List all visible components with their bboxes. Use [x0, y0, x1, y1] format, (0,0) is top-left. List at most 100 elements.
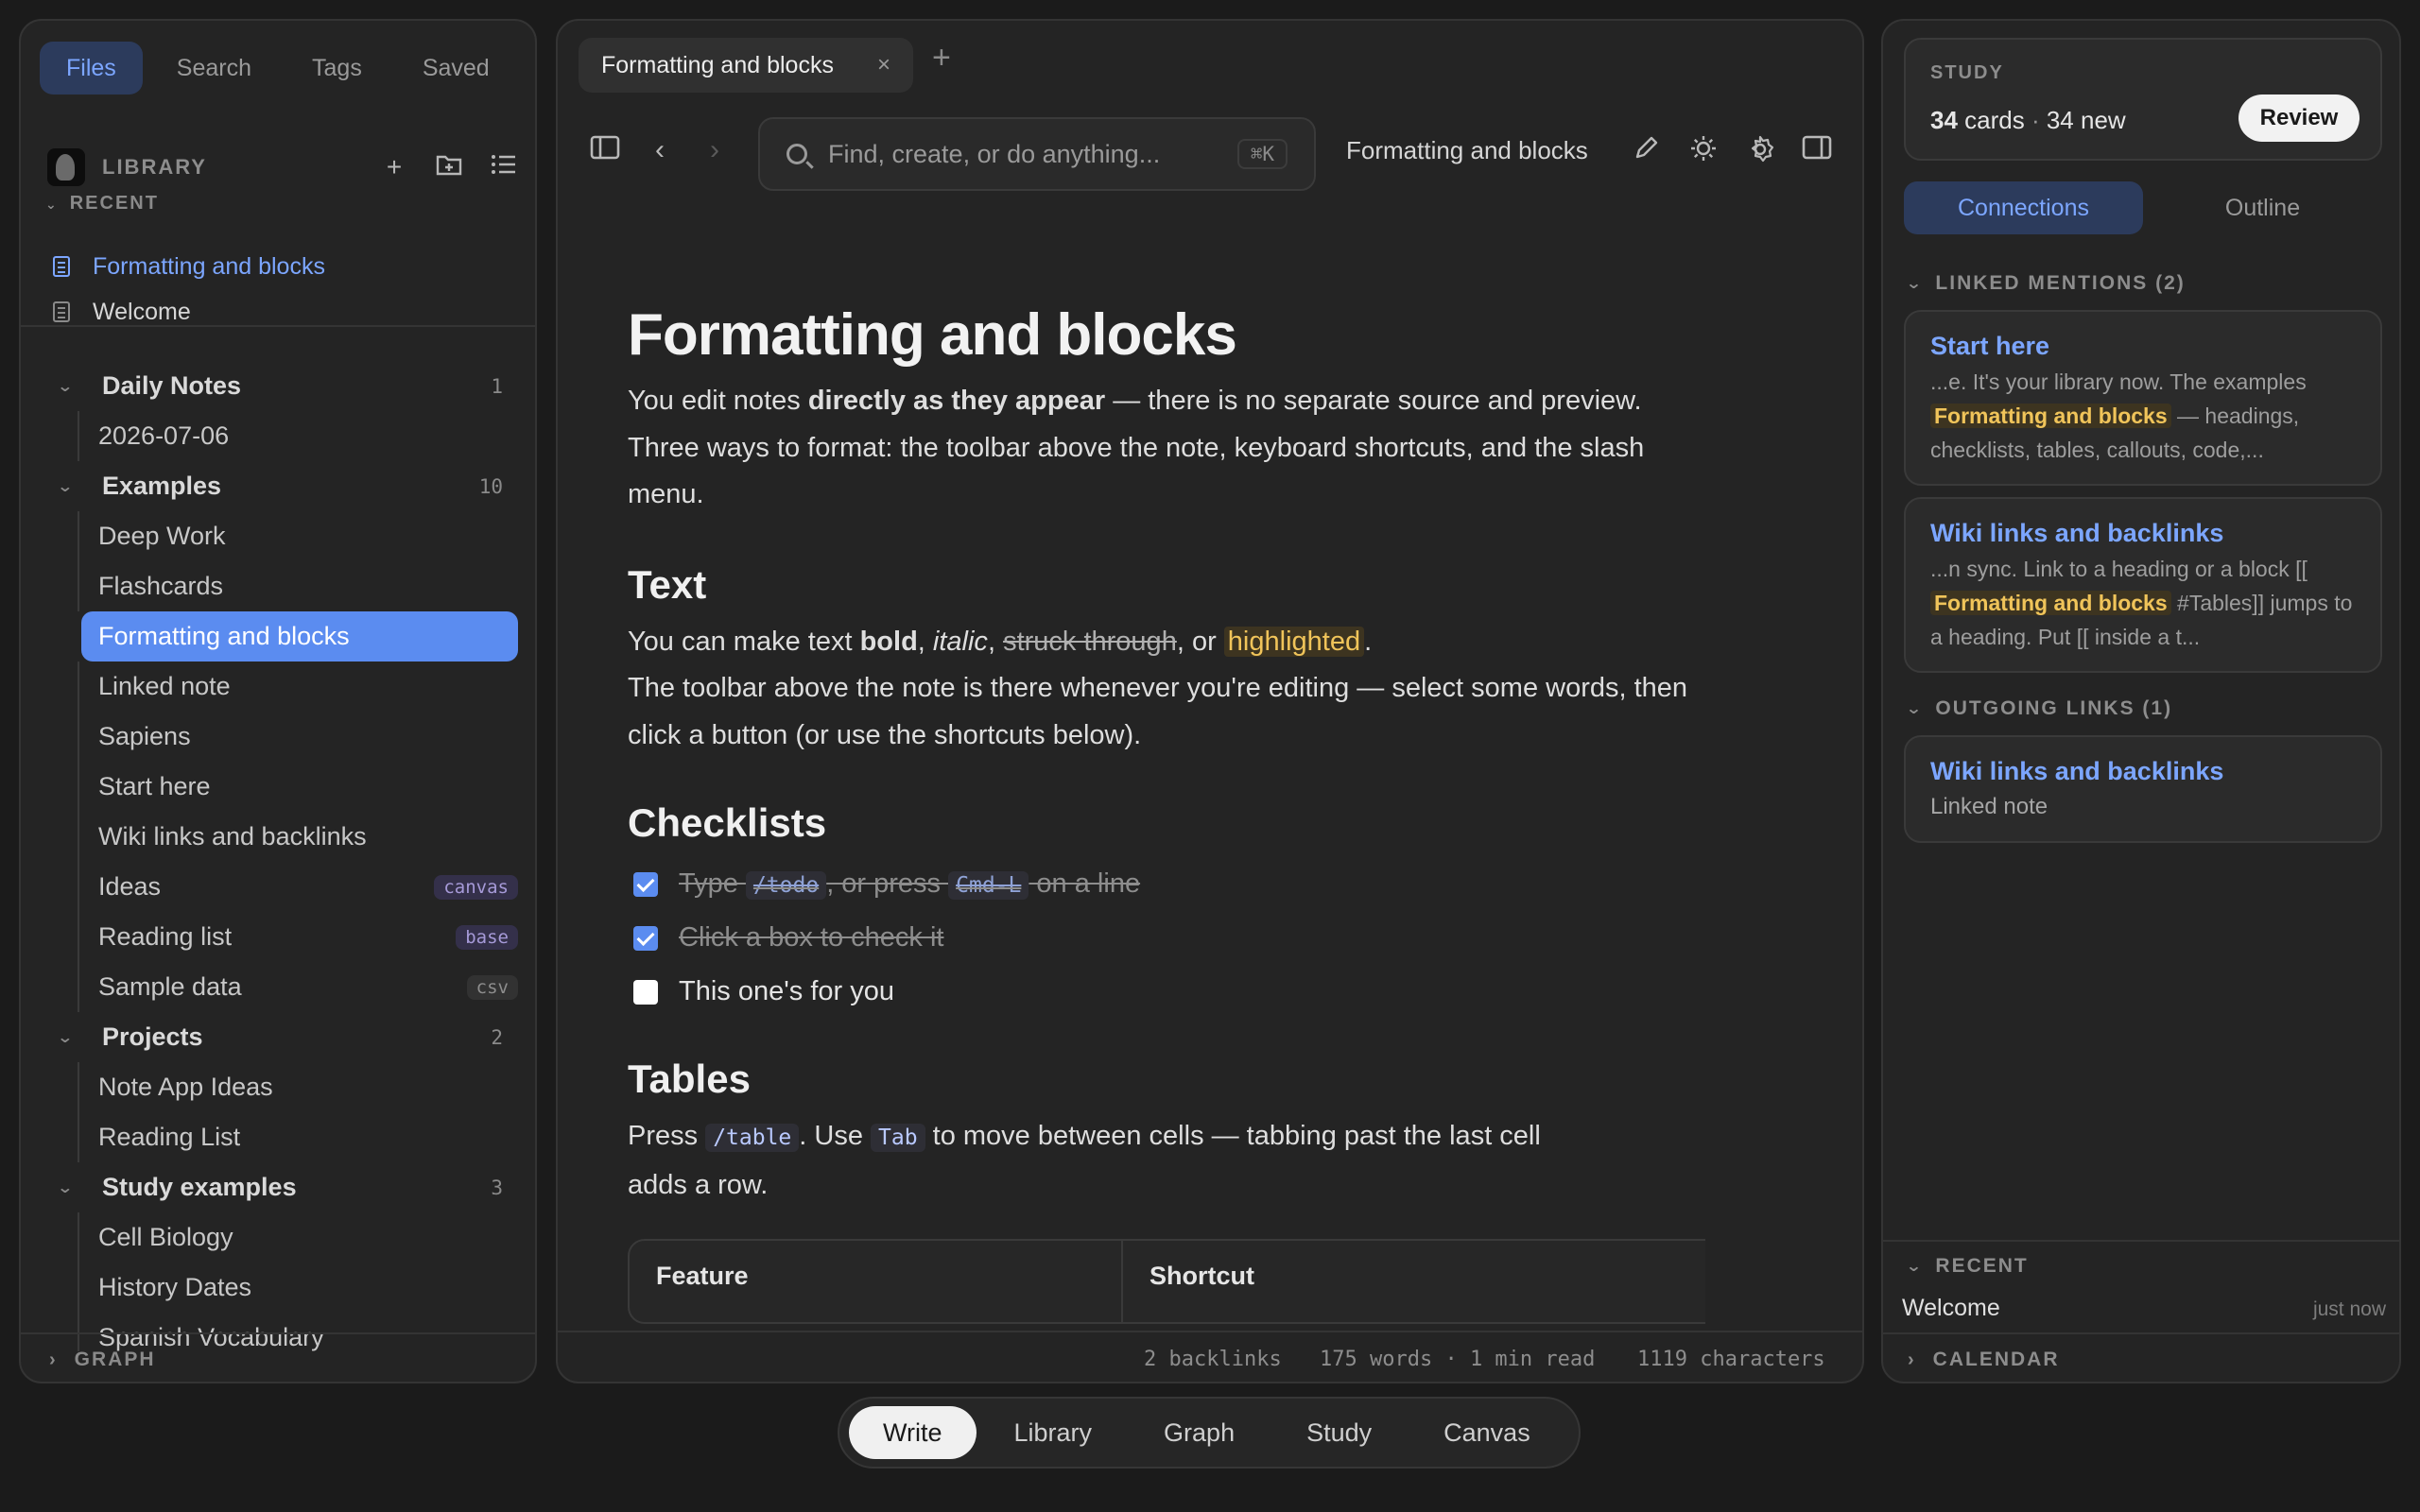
folder-count: 3 — [491, 1176, 503, 1199]
mention-card[interactable]: Start here ...e. It's your library now. … — [1904, 310, 2382, 486]
tree-item[interactable]: Ideas canvas — [78, 862, 535, 912]
calendar-section[interactable]: › CALENDAR — [1883, 1332, 2399, 1382]
tree-item[interactable]: Wiki links and backlinks — [78, 812, 535, 862]
tree-item[interactable]: Sample data csv — [78, 962, 535, 1012]
tree-folder[interactable]: ⌄ Study examples 3 — [21, 1162, 535, 1212]
mention-snippet: ...n sync. Link to a heading or a block … — [1930, 557, 2353, 649]
checkbox-checked[interactable] — [633, 871, 658, 897]
document-icon — [53, 301, 70, 322]
chevron-down-icon: ⌄ — [1905, 1259, 1925, 1275]
new-folder-icon[interactable] — [433, 152, 465, 182]
list-icon[interactable] — [488, 152, 520, 182]
search-icon — [786, 144, 807, 164]
linked-mentions-header[interactable]: ⌄ LINKED MENTIONS (2) — [1906, 272, 2186, 295]
search-input[interactable] — [828, 139, 1237, 169]
back-icon[interactable]: ‹ — [641, 134, 679, 166]
library-avatar[interactable] — [47, 148, 85, 186]
checkbox-checked[interactable] — [633, 925, 658, 951]
panel-tabs: Connections Outline — [1904, 181, 2382, 234]
outgoing-link-title[interactable]: Wiki links and backlinks — [1930, 752, 2356, 790]
toolbar-paragraph: The toolbar above the note is there when… — [628, 673, 1688, 750]
tab-saved[interactable]: Saved — [396, 42, 516, 94]
plus-icon[interactable]: + — [378, 152, 410, 182]
tree-item[interactable]: Sapiens — [78, 712, 535, 762]
document-title: Formatting and blocks — [1346, 136, 1588, 164]
tree-item[interactable]: Reading list base — [78, 912, 535, 962]
document-tab[interactable]: Formatting and blocks × — [579, 38, 913, 93]
recent-header[interactable]: ⌄ RECENT — [1905, 1255, 2029, 1278]
outgoing-links-header[interactable]: ⌄ OUTGOING LINKS (1) — [1906, 697, 2172, 720]
new-tab-plus-icon[interactable]: + — [932, 40, 951, 77]
nav-library[interactable]: Library — [980, 1406, 1127, 1459]
tree-item[interactable]: Note App Ideas — [78, 1062, 535, 1112]
table-header-feature: Feature — [656, 1262, 749, 1290]
edit-pencil-icon[interactable] — [1628, 134, 1666, 168]
tree-item[interactable]: Start here — [78, 762, 535, 812]
settings-gear-icon[interactable] — [1741, 134, 1779, 172]
library-title: LIBRARY — [102, 155, 207, 179]
tree-item[interactable]: Reading List — [78, 1112, 535, 1162]
tab-tags[interactable]: Tags — [285, 42, 389, 94]
table-header-shortcut: Shortcut — [1150, 1262, 1254, 1290]
chevron-right-icon: › — [1908, 1349, 1916, 1370]
divider — [21, 325, 535, 327]
close-icon[interactable]: × — [877, 52, 890, 78]
nav-graph[interactable]: Graph — [1130, 1406, 1269, 1459]
bottom-nav: Write Library Graph Study Canvas — [838, 1397, 1581, 1469]
toggle-right-panel-icon[interactable] — [1798, 134, 1836, 168]
tree-item[interactable]: History Dates — [78, 1263, 535, 1313]
file-type-badge: csv — [466, 974, 518, 1000]
mention-card[interactable]: Wiki links and backlinks ...n sync. Link… — [1904, 497, 2382, 673]
tree-item[interactable]: Flashcards — [78, 561, 535, 611]
table[interactable]: Feature Shortcut — [628, 1239, 1705, 1324]
tree-folder[interactable]: ⌄ Examples 10 — [21, 461, 535, 511]
tab-search[interactable]: Search — [150, 42, 278, 94]
chevron-down-icon: ⌄ — [57, 1179, 74, 1196]
checkbox-unchecked[interactable] — [633, 979, 658, 1005]
editor-toolbar: ‹ › ⌘K Formatting and blocks — [558, 115, 1862, 191]
file-type-badge: base — [456, 924, 518, 950]
sidebar-tabs: Files Search Tags Saved — [40, 42, 516, 94]
tab-files[interactable]: Files — [40, 42, 143, 94]
tree-item[interactable]: Linked note — [78, 662, 535, 712]
editor-panel: Formatting and blocks × + ‹ › ⌘K Formatt… — [556, 19, 1864, 1383]
recent-section-label[interactable]: ⌄ RECENT — [45, 193, 159, 215]
heading-checklists: Checklists — [628, 800, 827, 845]
tree-folder[interactable]: ⌄ Daily Notes 1 — [21, 361, 535, 411]
nav-study[interactable]: Study — [1272, 1406, 1406, 1459]
forward-icon[interactable]: › — [696, 134, 734, 166]
chevron-down-icon: ⌄ — [57, 478, 74, 495]
recent-item[interactable]: Welcome just now — [1902, 1295, 2386, 1322]
file-type-badge: canvas — [434, 874, 518, 900]
mention-title[interactable]: Start here — [1930, 327, 2356, 365]
nav-write[interactable]: Write — [849, 1406, 977, 1459]
toggle-sidebar-icon[interactable] — [586, 134, 624, 168]
mention-snippet: ...e. It's your library now. The example… — [1930, 369, 2307, 462]
command-search[interactable]: ⌘K — [758, 117, 1316, 191]
outgoing-link-card[interactable]: Wiki links and backlinks Linked note — [1904, 735, 2382, 843]
tree-item[interactable]: Formatting and blocks — [78, 611, 535, 662]
folder-count: 2 — [491, 1025, 503, 1049]
tab-outline[interactable]: Outline — [2143, 181, 2382, 234]
graph-section[interactable]: › GRAPH — [21, 1332, 535, 1382]
tree-item[interactable]: Cell Biology — [78, 1212, 535, 1263]
chevron-down-icon: ⌄ — [57, 378, 74, 395]
tab-connections[interactable]: Connections — [1904, 181, 2143, 234]
status-bar: 2 backlinks 175 words · 1 min read 1119 … — [558, 1331, 1862, 1382]
intro-paragraph: You edit notes directly as they appear —… — [628, 386, 1645, 509]
divider — [1883, 1240, 2399, 1242]
review-button[interactable]: Review — [2238, 94, 2360, 142]
document-icon — [53, 256, 70, 277]
mention-title[interactable]: Wiki links and backlinks — [1930, 514, 2356, 552]
backlinks-count[interactable]: 2 backlinks — [1144, 1348, 1282, 1371]
nav-canvas[interactable]: Canvas — [1409, 1406, 1564, 1459]
recent-item-formatting[interactable]: Formatting and blocks — [53, 246, 325, 287]
note-editor[interactable]: Formatting and blocks You edit notes dir… — [628, 293, 1705, 1332]
theme-sun-icon[interactable] — [1685, 134, 1722, 170]
tree-folder[interactable]: ⌄ Projects 2 — [21, 1012, 535, 1062]
checklist-item: Click a box to check it — [628, 911, 1705, 965]
tree-item[interactable]: 2026-07-06 — [78, 411, 535, 461]
tables-paragraph: Press /table. Use Tab to move between ce… — [628, 1121, 1541, 1200]
tree-item[interactable]: Deep Work — [78, 511, 535, 561]
heading-tables: Tables — [628, 1057, 751, 1101]
